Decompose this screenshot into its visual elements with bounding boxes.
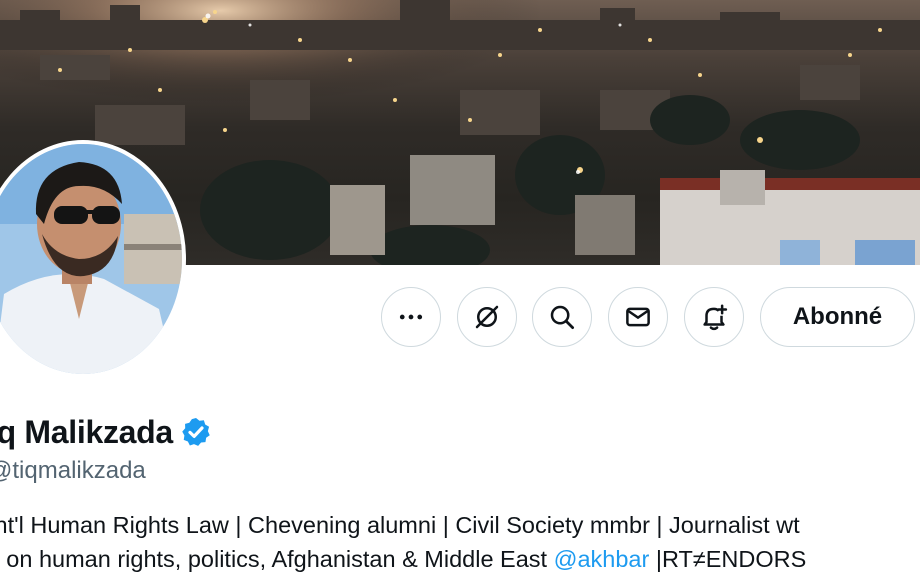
profile-photo [0,144,182,374]
bio-text-segment: |RT≠ENDORS [649,546,807,572]
user-handle: @tiqmalikzada [0,457,146,485]
handle-text: tiqmalikzada [12,457,146,484]
following-button[interactable]: Abonné [760,287,915,347]
search-icon [550,305,574,329]
mail-icon [626,307,650,327]
bell-plus-icon [703,304,728,331]
verified-badge-icon[interactable] [180,416,212,448]
bio-text-line-2: s on human rights, politics, Afghanistan… [0,546,806,573]
grok-icon [475,305,499,329]
more-horizontal-icon [399,314,423,320]
display-name: iq Malikzada [0,413,173,450]
message-button[interactable] [608,287,668,347]
bio-text-line-1: Int'l Human Rights Law | Chevening alumn… [0,512,800,538]
more-button[interactable] [381,287,441,347]
bio-text-segment: s on human rights, politics, Afghanistan… [0,546,554,572]
mention-link[interactable]: @akhbar [554,546,650,572]
grok-button[interactable] [457,287,517,347]
notifications-button[interactable] [684,287,744,347]
search-button[interactable] [532,287,592,347]
display-name-row: iq Malikzada [0,410,212,454]
